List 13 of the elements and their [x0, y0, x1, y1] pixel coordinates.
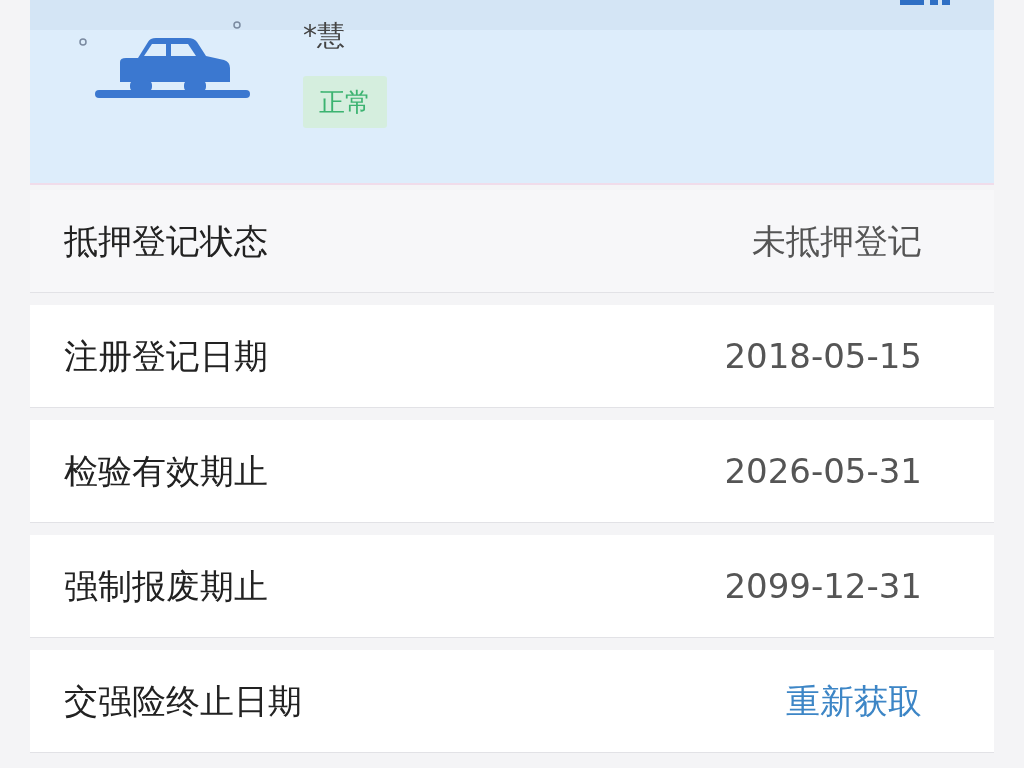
field-label: 注册登记日期	[64, 335, 268, 378]
bars-icon	[900, 0, 952, 5]
field-value: 2018-05-15	[724, 335, 922, 378]
field-value: 2026-05-31	[724, 450, 922, 493]
field-label: 检验有效期止	[64, 450, 268, 493]
status-tag: 正常	[303, 76, 387, 128]
field-label: 交强险终止日期	[64, 680, 302, 723]
field-label: 强制报废期止	[64, 565, 268, 608]
refresh-link[interactable]: 重新获取	[786, 679, 922, 723]
field-value: 未抵押登记	[752, 220, 922, 263]
owner-name: *慧	[303, 18, 345, 54]
field-label: 抵押登记状态	[64, 220, 268, 263]
field-value: 2099-12-31	[724, 565, 922, 608]
